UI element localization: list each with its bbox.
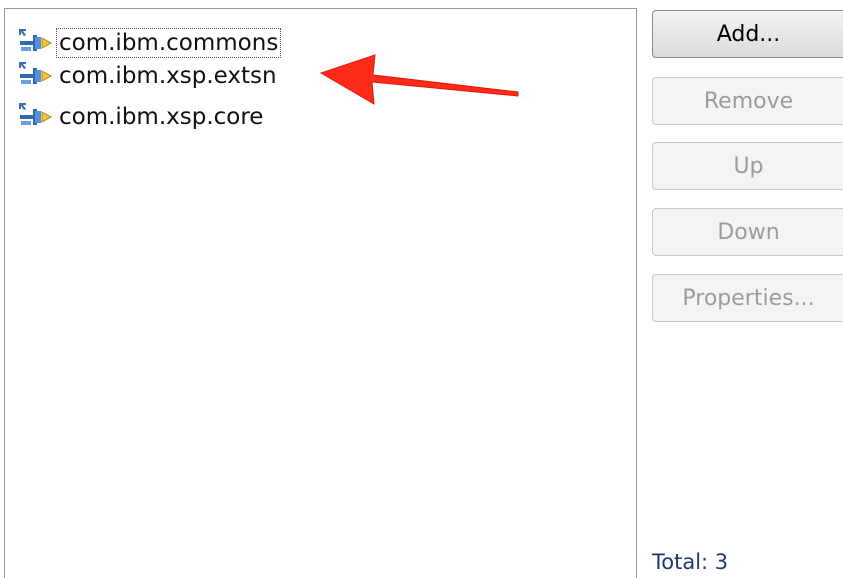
list-item[interactable]: com.ibm.commons xyxy=(17,27,282,59)
plugin-icon xyxy=(17,60,57,92)
list-item[interactable]: com.ibm.xsp.core xyxy=(17,101,265,133)
total-count: Total: 3 xyxy=(652,550,729,574)
up-button[interactable]: Up xyxy=(652,142,843,190)
add-button-label: Add... xyxy=(716,21,781,47)
plugin-icon xyxy=(17,101,57,133)
list-item-label: com.ibm.commons xyxy=(55,28,282,58)
remove-button-label: Remove xyxy=(703,88,794,114)
list-item[interactable]: com.ibm.xsp.extsn xyxy=(17,60,279,92)
plugin-dependencies-panel: com.ibm.commons com.ibm.xsp.extsn com.ib… xyxy=(0,0,843,578)
properties-button-label: Properties... xyxy=(682,285,815,311)
list-item-label: com.ibm.xsp.extsn xyxy=(59,63,277,89)
down-button-label: Down xyxy=(717,219,780,245)
remove-button[interactable]: Remove xyxy=(652,77,843,125)
plugin-list[interactable]: com.ibm.commons com.ibm.xsp.extsn com.ib… xyxy=(4,8,637,578)
add-button[interactable]: Add... xyxy=(652,10,843,58)
list-item-label: com.ibm.xsp.core xyxy=(59,104,264,130)
properties-button[interactable]: Properties... xyxy=(652,274,843,322)
up-button-label: Up xyxy=(733,153,764,179)
down-button[interactable]: Down xyxy=(652,208,843,256)
plugin-icon xyxy=(17,27,57,59)
